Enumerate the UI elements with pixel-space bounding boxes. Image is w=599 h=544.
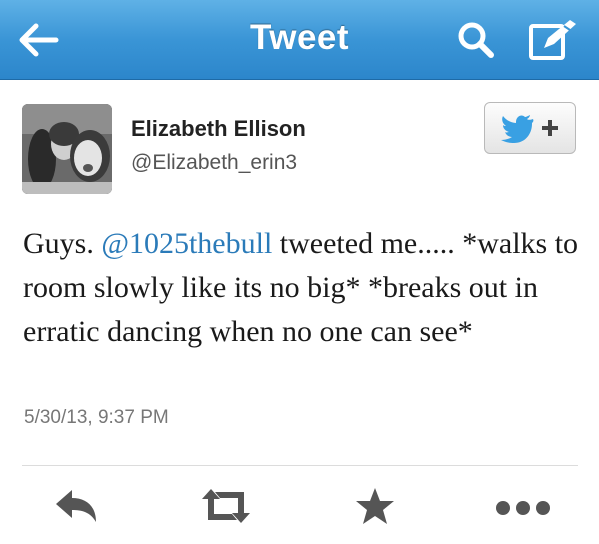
retweet-icon <box>202 489 250 523</box>
tweet-timestamp: 5/30/13, 9:37 PM <box>24 407 169 428</box>
twitter-bird-plus-icon <box>501 115 558 143</box>
compose-icon <box>529 20 576 60</box>
user-name[interactable]: Elizabeth Ellison <box>131 116 306 142</box>
retweet-button[interactable] <box>200 486 252 531</box>
more-button[interactable] <box>494 486 554 531</box>
search-button[interactable] <box>454 18 498 62</box>
avatar-photo <box>22 104 112 194</box>
compose-button[interactable] <box>526 16 580 64</box>
reply-icon <box>56 490 96 522</box>
mention-link[interactable]: @1025thebull <box>101 227 272 260</box>
search-icon <box>458 22 494 58</box>
favorite-button[interactable] <box>354 486 396 531</box>
more-dots-icon <box>496 501 550 515</box>
tweet-text-start: Guys. <box>23 227 102 260</box>
divider <box>22 465 578 466</box>
avatar[interactable] <box>22 104 112 194</box>
page-title: Tweet <box>249 18 350 57</box>
navigation-bar: Tweet <box>0 0 599 80</box>
follow-button[interactable] <box>484 102 576 154</box>
reply-button[interactable] <box>52 486 100 531</box>
user-handle[interactable]: @Elizabeth_erin3 <box>131 151 297 175</box>
favorite-star-icon <box>356 488 394 524</box>
tweet-text: Guys. @1025thebull tweeted me..... *walk… <box>23 222 583 354</box>
